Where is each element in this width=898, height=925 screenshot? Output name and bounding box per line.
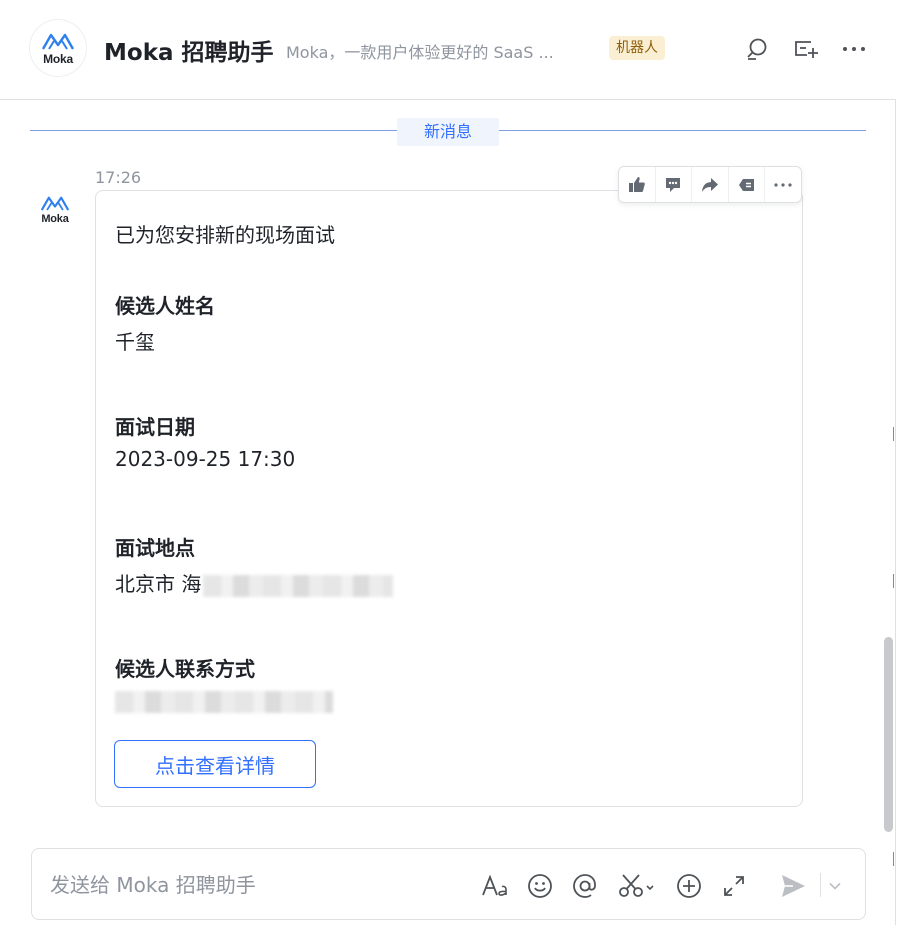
field-value-interview-date: 2023-09-25 17:30: [115, 447, 296, 471]
add-tab-icon[interactable]: [793, 36, 819, 62]
card-intro: 已为您安排新的现场面试: [115, 223, 335, 247]
view-details-button[interactable]: 点击查看详情: [114, 740, 316, 788]
avatar-text: Moka: [43, 51, 73, 66]
divider-line-left: [30, 130, 397, 131]
chat-header: Moka Moka 招聘助手 Moka，一款用户体验更好的 SaaS ... 机…: [0, 0, 896, 100]
send-icon[interactable]: [778, 871, 808, 901]
thumbs-up-icon[interactable]: [619, 167, 656, 202]
message-action-toolbar: [618, 166, 802, 203]
new-message-divider: 新消息: [30, 118, 866, 146]
chat-subtitle: Moka，一款用户体验更好的 SaaS ...: [286, 43, 554, 62]
flag-icon[interactable]: [729, 167, 766, 202]
message-card: 已为您安排新的现场面试 候选人姓名 千玺 面试日期 2023-09-25 17:…: [95, 190, 803, 807]
chat-window: Moka Moka 招聘助手 Moka，一款用户体验更好的 SaaS ... 机…: [0, 0, 896, 925]
scissors-icon[interactable]: [616, 871, 660, 901]
field-label-candidate-name: 候选人姓名: [115, 294, 215, 318]
chevron-down-icon[interactable]: [826, 871, 844, 901]
emoji-icon[interactable]: [525, 871, 555, 901]
window-edge-mark: [893, 852, 898, 866]
field-label-interview-location: 面试地点: [115, 536, 195, 560]
field-value-contact-row: [115, 688, 333, 713]
moka-logo-icon: [41, 33, 75, 50]
field-value-interview-location: 北京市 海: [115, 572, 202, 596]
field-label-contact: 候选人联系方式: [115, 657, 255, 681]
redacted-address: [203, 574, 394, 597]
mention-icon[interactable]: [570, 871, 600, 901]
message-input[interactable]: [50, 869, 470, 901]
window-edge-mark: [893, 574, 898, 588]
composer-separator: [820, 873, 821, 897]
message-time: 17:26: [95, 168, 142, 187]
moka-logo-icon: [40, 196, 70, 211]
reply-icon[interactable]: [656, 167, 693, 202]
avatar[interactable]: Moka: [30, 20, 86, 76]
scrollbar-thumb[interactable]: [884, 637, 893, 832]
bot-badge: 机器人: [609, 36, 665, 60]
search-icon[interactable]: [744, 36, 770, 62]
text-format-icon[interactable]: [481, 871, 511, 901]
redacted-contact: [115, 690, 333, 713]
forward-icon[interactable]: [692, 167, 729, 202]
field-value-interview-location-row: 北京市 海: [115, 568, 394, 597]
more-icon[interactable]: [841, 36, 867, 62]
window-edge-mark: [893, 427, 898, 441]
chat-title[interactable]: Moka 招聘助手: [104, 33, 274, 67]
field-value-candidate-name: 千玺: [115, 330, 155, 354]
more-icon[interactable]: [765, 167, 801, 202]
plus-icon[interactable]: [674, 871, 704, 901]
new-message-label: 新消息: [397, 118, 499, 146]
sender-avatar[interactable]: Moka: [32, 186, 78, 232]
message-composer: [31, 848, 866, 920]
field-label-interview-date: 面试日期: [115, 415, 195, 439]
avatar-text: Moka: [41, 212, 69, 225]
divider-line-right: [499, 130, 866, 131]
expand-icon[interactable]: [719, 871, 749, 901]
